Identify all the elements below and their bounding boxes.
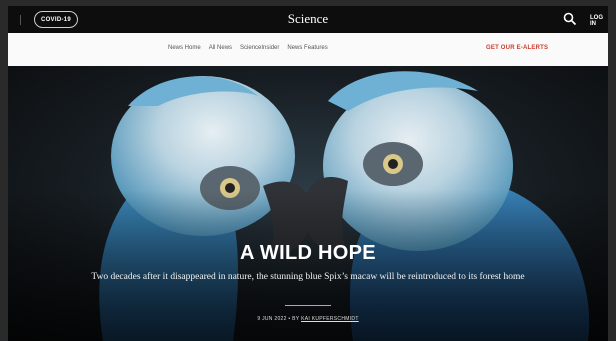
nav-links: News Home All News ScienceInsider News F… xyxy=(168,45,328,51)
author-link[interactable]: KAI KUPFERSCHMIDT xyxy=(301,316,359,322)
site-logo[interactable]: Science xyxy=(8,11,608,27)
article-headline[interactable]: A WILD HOPE xyxy=(8,242,608,265)
hero-image[interactable]: A WILD HOPE Two decades after it disappe… xyxy=(8,66,608,341)
top-bar: COVID-19 Science LOG IN xyxy=(8,6,608,33)
news-nav: News Home All News ScienceInsider News F… xyxy=(8,33,608,67)
byline-divider xyxy=(285,305,331,306)
search-icon[interactable] xyxy=(563,12,577,26)
byline-by: BY xyxy=(292,316,300,322)
nav-link-scienceinsider[interactable]: ScienceInsider xyxy=(240,45,279,51)
login-link[interactable]: LOG IN xyxy=(590,15,608,27)
article-dek: Two decades after it disappeared in natu… xyxy=(91,272,525,282)
article-date: 9 JUN 2022 xyxy=(257,316,287,322)
e-alerts-link[interactable]: GET OUR E-ALERTS xyxy=(486,45,548,51)
image-shade xyxy=(8,66,608,341)
nav-link-news-home[interactable]: News Home xyxy=(168,45,201,51)
browser-frame: COVID-19 Science LOG IN News Home All Ne… xyxy=(8,6,608,341)
article-byline: 9 JUN 2022 • BY KAI KUPFERSCHMIDT xyxy=(8,316,608,322)
nav-link-all-news[interactable]: All News xyxy=(209,45,232,51)
nav-link-news-features[interactable]: News Features xyxy=(287,45,327,51)
